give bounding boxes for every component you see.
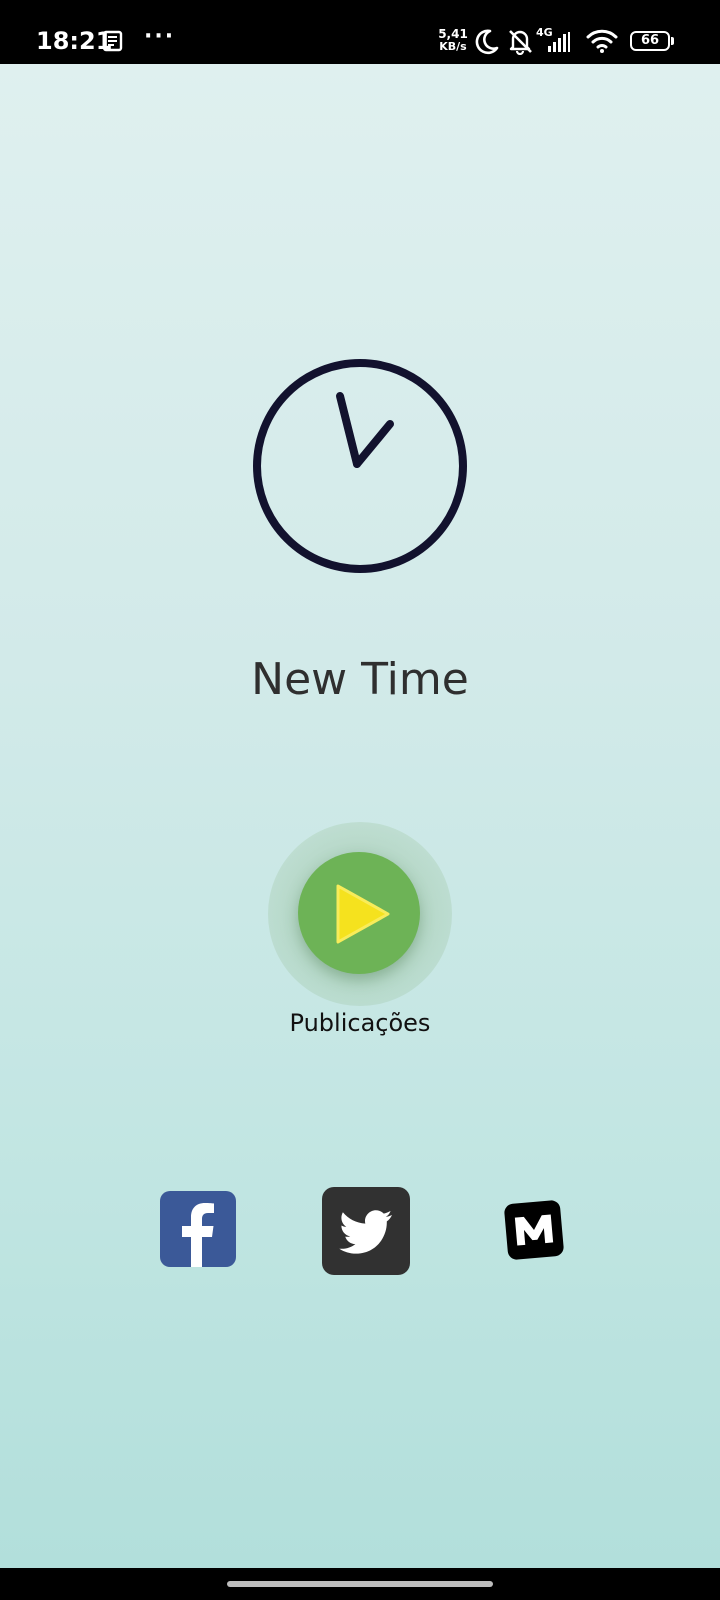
play-button[interactable] [298, 852, 420, 974]
battery-icon: 66 [630, 31, 674, 51]
bell-off-icon [506, 27, 534, 59]
signal-icon [548, 32, 570, 56]
net-speed: 5,41 KB/s [436, 28, 470, 53]
clock-icon [253, 359, 467, 573]
medium-icon [504, 1200, 564, 1260]
status-bar: 18:21 ··· 5,41 KB/s 4G 66 [0, 0, 720, 64]
more-notifications-indicator: ··· [144, 24, 176, 49]
status-time: 18:21 [36, 27, 113, 55]
twitter-button[interactable] [322, 1187, 410, 1275]
moon-icon [474, 28, 500, 60]
medium-button[interactable] [504, 1200, 564, 1260]
navigation-bar [0, 1568, 720, 1600]
play-button-halo[interactable] [268, 822, 452, 1006]
facebook-icon [182, 1203, 214, 1267]
app-title: New Time [251, 654, 469, 705]
twitter-icon [339, 1210, 392, 1254]
home-screen: New Time Publicações [0, 64, 720, 1568]
play-icon [336, 884, 390, 944]
news-icon [102, 30, 124, 56]
net-speed-unit: KB/s [439, 40, 467, 53]
home-gesture-handle[interactable] [227, 1581, 493, 1587]
publications-label[interactable]: Publicações [0, 1006, 720, 1040]
wifi-icon [586, 29, 618, 57]
facebook-button[interactable] [160, 1191, 236, 1267]
